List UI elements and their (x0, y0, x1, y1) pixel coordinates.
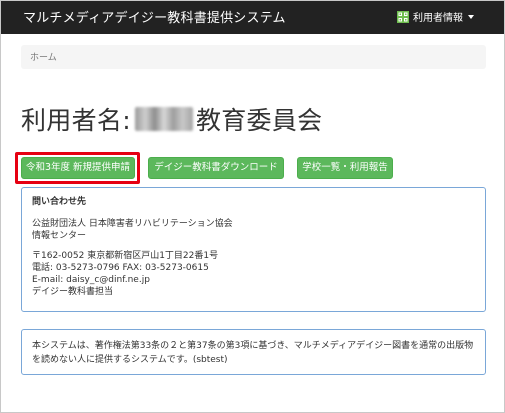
contact-dept: 情報センター (32, 231, 87, 241)
school-list-button[interactable]: 学校一覧・利用報告 (297, 157, 393, 179)
user-menu-dropdown[interactable]: 利用者情報 (397, 9, 474, 24)
title-suffix: 教育委員会 (195, 106, 323, 135)
app-title[interactable]: マルチメディアデイジー教科書提供システム (23, 7, 286, 26)
contact-heading: 問い合わせ先 (32, 197, 87, 207)
contact-address: 〒162-0052 東京都新宿区戸山1丁目22番1号 (32, 251, 219, 261)
breadcrumb-home-link[interactable]: ホーム (30, 53, 57, 63)
contact-email: E-mail: daisy_c@dinf.ne.jp (32, 275, 150, 285)
redacted-user-name (134, 107, 193, 131)
contact-panel: 問い合わせ先 公益財団法人 日本障害者リハビリテーション協会 情報センター 〒1… (21, 187, 486, 312)
contact-person: デイジー教科書担当 (32, 287, 114, 297)
page: マルチメディアデイジー教科書提供システム 利用者情報 ホーム 利用者名: 教育委… (0, 0, 505, 413)
user-info-icon (397, 10, 409, 23)
user-menu-label: 利用者情報 (413, 13, 463, 24)
navbar: マルチメディアデイジー教科書提供システム 利用者情報 (1, 1, 504, 34)
title-prefix: 利用者名: (21, 106, 131, 135)
download-button[interactable]: デイジー教科書ダウンロード (148, 157, 284, 179)
notice-text: 本システムは、著作権法第33条の２と第37条の第3項に基づき、マルチメディアデイ… (32, 341, 474, 365)
new-request-button[interactable]: 令和3年度 新規提供申請 (21, 157, 135, 179)
chevron-down-icon (468, 14, 474, 19)
page-title: 利用者名: 教育委員会 (21, 101, 322, 137)
breadcrumb: ホーム (21, 45, 486, 69)
notice-panel: 本システムは、著作権法第33条の２と第37条の第3項に基づき、マルチメディアデイ… (21, 329, 486, 375)
contact-org: 公益財団法人 日本障害者リハビリテーション協会 (32, 219, 233, 229)
contact-phone: 電話: 03-5273-0796 FAX: 03-5273-0615 (32, 263, 209, 273)
